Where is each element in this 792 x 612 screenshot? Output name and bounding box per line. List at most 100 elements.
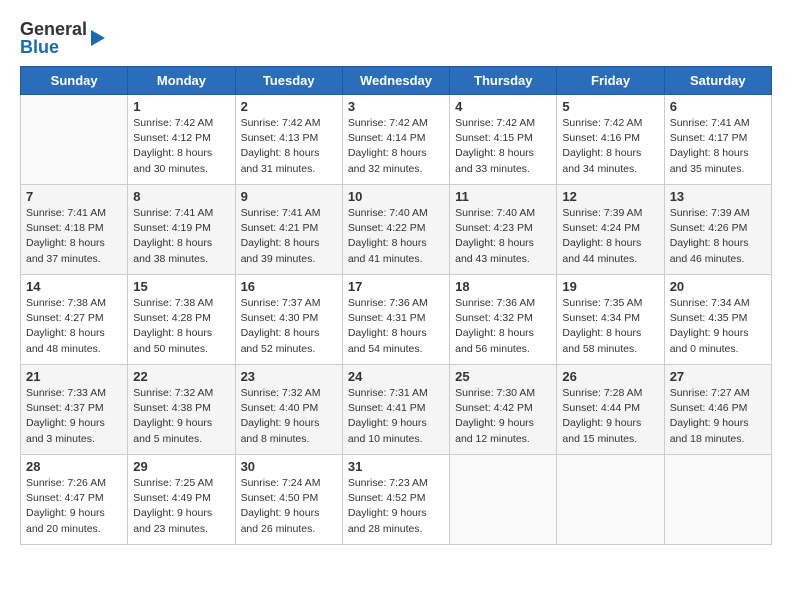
day-info: Sunrise: 7:42 AMSunset: 4:12 PMDaylight:… <box>133 116 229 177</box>
day-info: Sunrise: 7:41 AMSunset: 4:21 PMDaylight:… <box>241 206 337 267</box>
calendar-body: 1 Sunrise: 7:42 AMSunset: 4:12 PMDaylight… <box>21 95 772 545</box>
day-info: Sunrise: 7:39 AMSunset: 4:26 PMDaylight:… <box>670 206 766 267</box>
day-number: 16 <box>241 279 337 294</box>
day-info: Sunrise: 7:30 AMSunset: 4:42 PMDaylight:… <box>455 386 551 447</box>
calendar-cell: 21 Sunrise: 7:33 AMSunset: 4:37 PMDayligh… <box>21 365 128 455</box>
day-number: 2 <box>241 99 337 114</box>
calendar-cell: 18 Sunrise: 7:36 AMSunset: 4:32 PMDayligh… <box>450 275 557 365</box>
calendar-cell: 16 Sunrise: 7:37 AMSunset: 4:30 PMDayligh… <box>235 275 342 365</box>
day-number: 28 <box>26 459 122 474</box>
day-number: 1 <box>133 99 229 114</box>
calendar-cell: 3Sunrise: 7:42 AMSunset: 4:14 PMDaylight… <box>342 95 449 185</box>
calendar-cell: 10 Sunrise: 7:40 AMSunset: 4:22 PMDayligh… <box>342 185 449 275</box>
calendar-cell: 28 Sunrise: 7:26 AMSunset: 4:47 PMDayligh… <box>21 455 128 545</box>
week-row-4: 21 Sunrise: 7:33 AMSunset: 4:37 PMDayligh… <box>21 365 772 455</box>
day-number: 17 <box>348 279 444 294</box>
calendar-cell: 24 Sunrise: 7:31 AMSunset: 4:41 PMDayligh… <box>342 365 449 455</box>
calendar-cell: 31Sunrise: 7:23 AMSunset: 4:52 PMDayligh… <box>342 455 449 545</box>
day-info: Sunrise: 7:25 AMSunset: 4:49 PMDaylight:… <box>133 476 229 537</box>
day-number: 8 <box>133 189 229 204</box>
calendar-cell: 27 Sunrise: 7:27 AMSunset: 4:46 PMDayligh… <box>664 365 771 455</box>
day-info: Sunrise: 7:38 AMSunset: 4:27 PMDaylight:… <box>26 296 122 357</box>
day-info: Sunrise: 7:42 AMSunset: 4:16 PMDaylight:… <box>562 116 658 177</box>
day-number: 20 <box>670 279 766 294</box>
day-info: Sunrise: 7:24 AMSunset: 4:50 PMDaylight:… <box>241 476 337 537</box>
logo-line1: General <box>20 20 87 38</box>
calendar-cell: 14Sunrise: 7:38 AMSunset: 4:27 PMDayligh… <box>21 275 128 365</box>
day-number: 6 <box>670 99 766 114</box>
day-number: 19 <box>562 279 658 294</box>
day-number: 27 <box>670 369 766 384</box>
day-number: 24 <box>348 369 444 384</box>
calendar-cell: 5Sunrise: 7:42 AMSunset: 4:16 PMDaylight… <box>557 95 664 185</box>
day-info: Sunrise: 7:26 AMSunset: 4:47 PMDaylight:… <box>26 476 122 537</box>
calendar-cell: 22 Sunrise: 7:32 AMSunset: 4:38 PMDayligh… <box>128 365 235 455</box>
day-header-saturday: Saturday <box>664 67 771 95</box>
day-number: 22 <box>133 369 229 384</box>
calendar-cell <box>450 455 557 545</box>
day-header-tuesday: Tuesday <box>235 67 342 95</box>
calendar-cell: 17Sunrise: 7:36 AMSunset: 4:31 PMDayligh… <box>342 275 449 365</box>
calendar-cell: 9 Sunrise: 7:41 AMSunset: 4:21 PMDaylight… <box>235 185 342 275</box>
logo: General Blue <box>20 20 105 56</box>
calendar-cell: 12 Sunrise: 7:39 AMSunset: 4:24 PMDayligh… <box>557 185 664 275</box>
day-header-monday: Monday <box>128 67 235 95</box>
day-number: 18 <box>455 279 551 294</box>
day-info: Sunrise: 7:41 AMSunset: 4:18 PMDaylight:… <box>26 206 122 267</box>
calendar-cell: 19Sunrise: 7:35 AMSunset: 4:34 PMDayligh… <box>557 275 664 365</box>
day-number: 10 <box>348 189 444 204</box>
day-number: 11 <box>455 189 551 204</box>
day-header-friday: Friday <box>557 67 664 95</box>
calendar-cell: 2 Sunrise: 7:42 AMSunset: 4:13 PMDaylight… <box>235 95 342 185</box>
day-number: 21 <box>26 369 122 384</box>
day-info: Sunrise: 7:42 AMSunset: 4:15 PMDaylight:… <box>455 116 551 177</box>
day-info: Sunrise: 7:37 AMSunset: 4:30 PMDaylight:… <box>241 296 337 357</box>
day-header-sunday: Sunday <box>21 67 128 95</box>
day-info: Sunrise: 7:32 AMSunset: 4:40 PMDaylight:… <box>241 386 337 447</box>
calendar-header: SundayMondayTuesdayWednesdayThursdayFrid… <box>21 67 772 95</box>
day-number: 3 <box>348 99 444 114</box>
day-info: Sunrise: 7:28 AMSunset: 4:44 PMDaylight:… <box>562 386 658 447</box>
calendar-cell: 26Sunrise: 7:28 AMSunset: 4:44 PMDayligh… <box>557 365 664 455</box>
day-number: 9 <box>241 189 337 204</box>
calendar-cell <box>21 95 128 185</box>
logo-line2: Blue <box>20 38 87 56</box>
day-number: 7 <box>26 189 122 204</box>
day-info: Sunrise: 7:31 AMSunset: 4:41 PMDaylight:… <box>348 386 444 447</box>
page-header: General Blue <box>20 20 772 56</box>
day-info: Sunrise: 7:38 AMSunset: 4:28 PMDaylight:… <box>133 296 229 357</box>
calendar-cell: 15Sunrise: 7:38 AMSunset: 4:28 PMDayligh… <box>128 275 235 365</box>
calendar-cell: 4 Sunrise: 7:42 AMSunset: 4:15 PMDaylight… <box>450 95 557 185</box>
day-info: Sunrise: 7:41 AMSunset: 4:19 PMDaylight:… <box>133 206 229 267</box>
calendar-cell: 6Sunrise: 7:41 AMSunset: 4:17 PMDaylight… <box>664 95 771 185</box>
week-row-3: 14Sunrise: 7:38 AMSunset: 4:27 PMDayligh… <box>21 275 772 365</box>
day-info: Sunrise: 7:39 AMSunset: 4:24 PMDaylight:… <box>562 206 658 267</box>
day-info: Sunrise: 7:40 AMSunset: 4:22 PMDaylight:… <box>348 206 444 267</box>
calendar-cell: 11 Sunrise: 7:40 AMSunset: 4:23 PMDayligh… <box>450 185 557 275</box>
calendar-cell: 20Sunrise: 7:34 AMSunset: 4:35 PMDayligh… <box>664 275 771 365</box>
day-info: Sunrise: 7:32 AMSunset: 4:38 PMDaylight:… <box>133 386 229 447</box>
calendar-cell: 23 Sunrise: 7:32 AMSunset: 4:40 PMDayligh… <box>235 365 342 455</box>
day-info: Sunrise: 7:36 AMSunset: 4:32 PMDaylight:… <box>455 296 551 357</box>
day-headers-row: SundayMondayTuesdayWednesdayThursdayFrid… <box>21 67 772 95</box>
week-row-1: 1 Sunrise: 7:42 AMSunset: 4:12 PMDaylight… <box>21 95 772 185</box>
calendar-cell <box>557 455 664 545</box>
day-number: 12 <box>562 189 658 204</box>
calendar-cell: 30 Sunrise: 7:24 AMSunset: 4:50 PMDayligh… <box>235 455 342 545</box>
day-number: 30 <box>241 459 337 474</box>
calendar-cell: 29 Sunrise: 7:25 AMSunset: 4:49 PMDayligh… <box>128 455 235 545</box>
calendar-cell: 13 Sunrise: 7:39 AMSunset: 4:26 PMDayligh… <box>664 185 771 275</box>
day-info: Sunrise: 7:42 AMSunset: 4:13 PMDaylight:… <box>241 116 337 177</box>
day-number: 4 <box>455 99 551 114</box>
week-row-5: 28 Sunrise: 7:26 AMSunset: 4:47 PMDayligh… <box>21 455 772 545</box>
day-number: 23 <box>241 369 337 384</box>
calendar-cell: 25Sunrise: 7:30 AMSunset: 4:42 PMDayligh… <box>450 365 557 455</box>
day-number: 13 <box>670 189 766 204</box>
day-number: 29 <box>133 459 229 474</box>
calendar-cell: 1 Sunrise: 7:42 AMSunset: 4:12 PMDaylight… <box>128 95 235 185</box>
calendar-cell: 8 Sunrise: 7:41 AMSunset: 4:19 PMDaylight… <box>128 185 235 275</box>
day-info: Sunrise: 7:27 AMSunset: 4:46 PMDaylight:… <box>670 386 766 447</box>
day-info: Sunrise: 7:33 AMSunset: 4:37 PMDaylight:… <box>26 386 122 447</box>
calendar-cell <box>664 455 771 545</box>
day-info: Sunrise: 7:40 AMSunset: 4:23 PMDaylight:… <box>455 206 551 267</box>
